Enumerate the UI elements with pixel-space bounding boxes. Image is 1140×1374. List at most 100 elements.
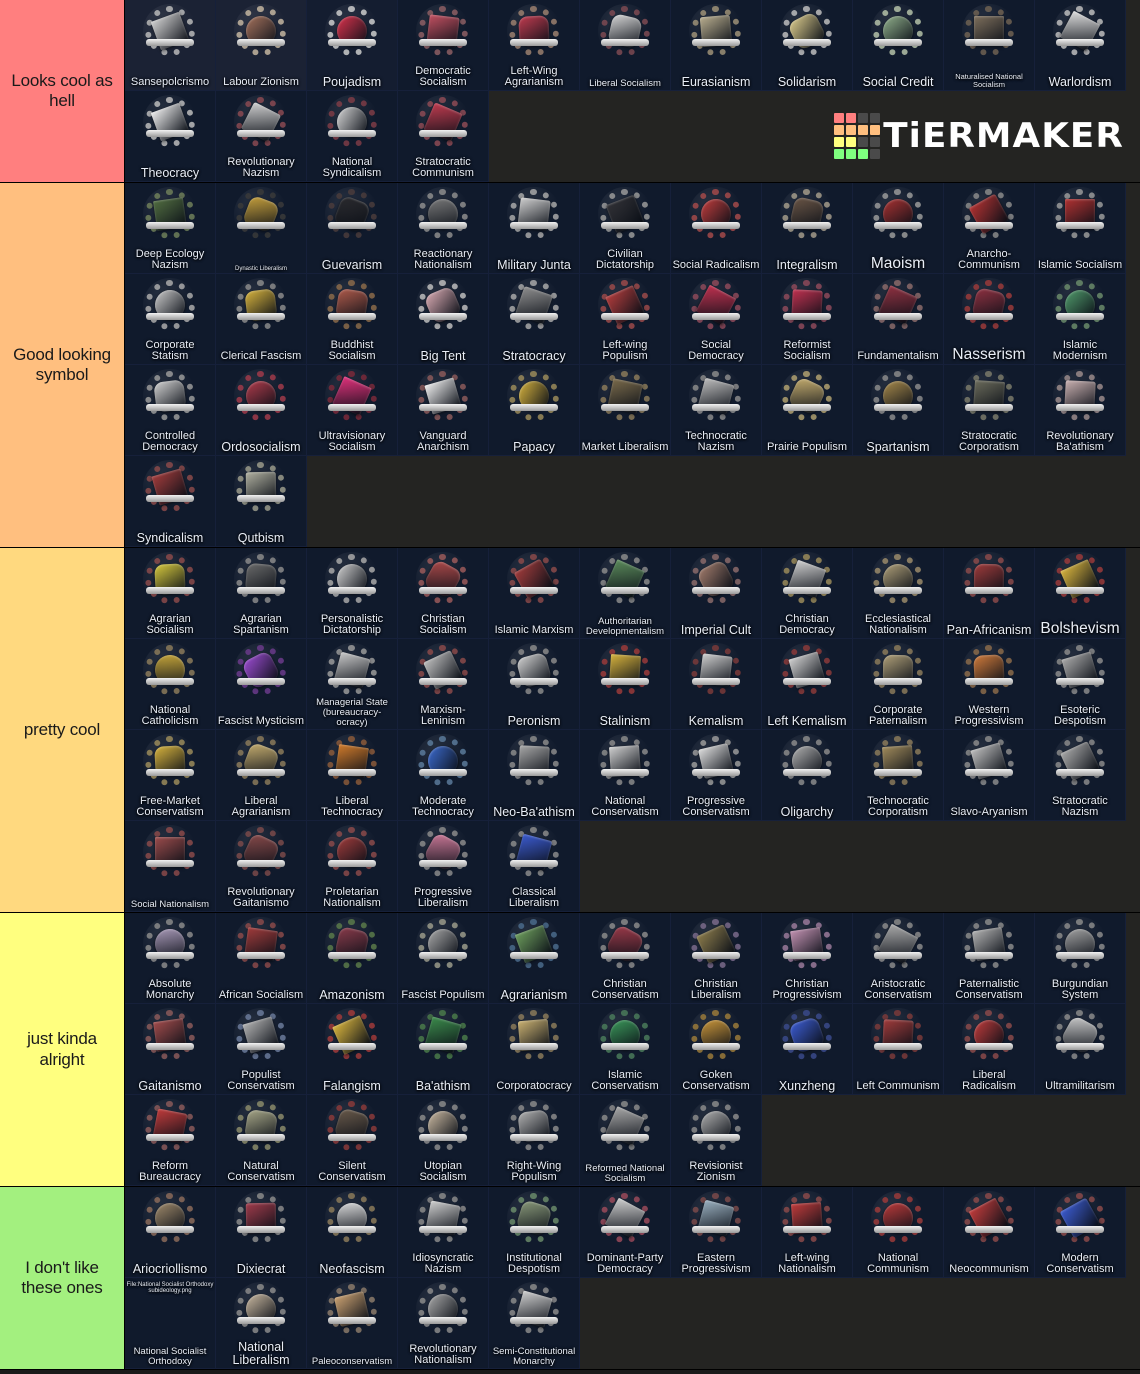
tier-item[interactable]: Agrarianism (489, 913, 580, 1004)
tier-item[interactable]: Sansepolcrismo (125, 0, 216, 91)
tier-item[interactable]: Bolshevism (1035, 548, 1126, 639)
tier-item[interactable]: Agrarian Socialism (125, 548, 216, 639)
tier-items-container[interactable]: Absolute Monarchy African Socialism Amazon… (125, 913, 1140, 1186)
tier-item[interactable]: Ultravisionary Socialism (307, 365, 398, 456)
tier-item[interactable]: Military Junta (489, 183, 580, 274)
tier-item[interactable]: Stratocratic Nazism (1035, 730, 1126, 821)
tier-item[interactable]: Civilian Dictatorship (580, 183, 671, 274)
tier-item[interactable]: Populist Conservatism (216, 1004, 307, 1095)
tier-item[interactable]: File:National Socialist Orthodoxy subide… (125, 1278, 216, 1369)
tier-item[interactable]: National Syndicalism (307, 91, 398, 182)
empty-row-space[interactable] (762, 1095, 1140, 1186)
tier-item[interactable]: National Liberalism (216, 1278, 307, 1369)
tier-item[interactable]: Fascist Populism (398, 913, 489, 1004)
tier-item[interactable]: Imperial Cult (671, 548, 762, 639)
tier-item[interactable]: Slavo-Aryanism (944, 730, 1035, 821)
tier-item[interactable]: Fundamentalism (853, 274, 944, 365)
empty-row-space[interactable] (580, 1278, 1140, 1369)
tier-item[interactable]: Ultramilitarism (1035, 1004, 1126, 1095)
tier-label[interactable]: just kinda alright (0, 913, 125, 1186)
tier-item[interactable]: Christian Conservatism (580, 913, 671, 1004)
tier-item[interactable]: Guevarism (307, 183, 398, 274)
tier-item[interactable]: Stratocratic Communism (398, 91, 489, 182)
tier-item[interactable]: Controlled Democracy (125, 365, 216, 456)
tier-item[interactable]: Ariocriollismo (125, 1187, 216, 1278)
tier-item[interactable]: Personalistic Dictatorship (307, 548, 398, 639)
tier-item[interactable]: Christian Socialism (398, 548, 489, 639)
tier-item[interactable]: Ordosocialism (216, 365, 307, 456)
tier-item[interactable]: Solidarism (762, 0, 853, 91)
tier-label[interactable]: pretty cool (0, 548, 125, 912)
tier-item[interactable]: Right-Wing Populism (489, 1095, 580, 1186)
tier-item[interactable]: Left Communism (853, 1004, 944, 1095)
tier-item[interactable]: Qutbism (216, 456, 307, 547)
tier-item[interactable]: Anarcho-Communism (944, 183, 1035, 274)
tier-item[interactable]: Labour Zionism (216, 0, 307, 91)
tier-item[interactable]: Buddhist Socialism (307, 274, 398, 365)
tier-item[interactable]: Theocracy (125, 91, 216, 182)
tier-item[interactable]: Progressive Liberalism (398, 821, 489, 912)
tier-item[interactable]: Islamic Socialism (1035, 183, 1126, 274)
tier-item[interactable]: Stratocracy (489, 274, 580, 365)
tier-item[interactable]: Fascist Mysticism (216, 639, 307, 730)
tier-item[interactable]: Absolute Monarchy (125, 913, 216, 1004)
tier-item[interactable]: Technocratic Nazism (671, 365, 762, 456)
tier-items-container[interactable]: Ariocriollismo Dixiecrat Neofascism Idiosyn… (125, 1187, 1140, 1369)
empty-row-space[interactable] (580, 821, 1140, 912)
tier-item[interactable]: Liberal Radicalism (944, 1004, 1035, 1095)
tier-item[interactable]: Christian Liberalism (671, 913, 762, 1004)
tier-item[interactable]: Pan-Africanism (944, 548, 1035, 639)
tier-item[interactable]: Ba'athism (398, 1004, 489, 1095)
tier-item[interactable]: Social Credit (853, 0, 944, 91)
tier-item[interactable]: Market Liberalism (580, 365, 671, 456)
tier-items-container[interactable]: Deep Ecology Nazism Dynastic Liberalism Gu… (125, 183, 1140, 547)
tier-item[interactable]: Free-Market Conservatism (125, 730, 216, 821)
tier-item[interactable]: Big Tent (398, 274, 489, 365)
tier-item[interactable]: Social Democracy (671, 274, 762, 365)
tier-item[interactable]: Liberal Socialism (580, 0, 671, 91)
tier-item[interactable]: Deep Ecology Nazism (125, 183, 216, 274)
tier-item[interactable]: Islamic Modernism (1035, 274, 1126, 365)
tier-item[interactable]: Dixiecrat (216, 1187, 307, 1278)
tier-item[interactable]: Amazonism (307, 913, 398, 1004)
tier-items-container[interactable]: Sansepolcrismo Labour Zionism Poujadism Dem… (125, 0, 1140, 182)
tier-item[interactable]: Dominant-Party Democracy (580, 1187, 671, 1278)
tier-item[interactable]: Revisionist Zionism (671, 1095, 762, 1186)
tier-item[interactable]: African Socialism (216, 913, 307, 1004)
empty-row-space[interactable] (307, 456, 1140, 547)
tier-item[interactable]: Reformist Socialism (762, 274, 853, 365)
tier-item[interactable]: Moderate Technocracy (398, 730, 489, 821)
tier-item[interactable]: Natural Conservatism (216, 1095, 307, 1186)
tier-item[interactable]: Papacy (489, 365, 580, 456)
tier-item[interactable]: Naturalised National Socialism (944, 0, 1035, 91)
tier-item[interactable]: Left-Wing Agrarianism (489, 0, 580, 91)
tier-item[interactable]: Proletarian Nationalism (307, 821, 398, 912)
tier-item[interactable]: Christian Progressivism (762, 913, 853, 1004)
tier-item[interactable]: Idiosyncratic Nazism (398, 1187, 489, 1278)
tier-item[interactable]: Integralism (762, 183, 853, 274)
tier-label[interactable]: I don't like these ones (0, 1187, 125, 1369)
tier-item[interactable]: Left Kemalism (762, 639, 853, 730)
tier-item[interactable]: Maoism (853, 183, 944, 274)
tier-item[interactable]: Reform Bureaucracy (125, 1095, 216, 1186)
tier-item[interactable]: Left-wing Populism (580, 274, 671, 365)
tier-item[interactable]: National Communism (853, 1187, 944, 1278)
tier-item[interactable]: Social Radicalism (671, 183, 762, 274)
tier-item[interactable]: Eurasianism (671, 0, 762, 91)
tier-item[interactable]: Revolutionary Ba'athism (1035, 365, 1126, 456)
tier-item[interactable]: Technocratic Corporatism (853, 730, 944, 821)
tier-item[interactable]: Dynastic Liberalism (216, 183, 307, 274)
tier-item[interactable]: Gaitanismo (125, 1004, 216, 1095)
tier-item[interactable]: Revolutionary Nazism (216, 91, 307, 182)
tier-item[interactable]: Islamic Marxism (489, 548, 580, 639)
tier-item[interactable]: Reactionary Nationalism (398, 183, 489, 274)
tier-item[interactable]: Left-wing Nationalism (762, 1187, 853, 1278)
tier-item[interactable]: Corporatocracy (489, 1004, 580, 1095)
tier-item[interactable]: Managerial State (bureaucracy-ocracy) (307, 639, 398, 730)
tier-item[interactable]: Xunzheng (762, 1004, 853, 1095)
tier-item[interactable]: Warlordism (1035, 0, 1126, 91)
tier-item[interactable]: Spartanism (853, 365, 944, 456)
tier-item[interactable]: Esoteric Despotism (1035, 639, 1126, 730)
tier-item[interactable]: Syndicalism (125, 456, 216, 547)
tier-item[interactable]: Oligarchy (762, 730, 853, 821)
